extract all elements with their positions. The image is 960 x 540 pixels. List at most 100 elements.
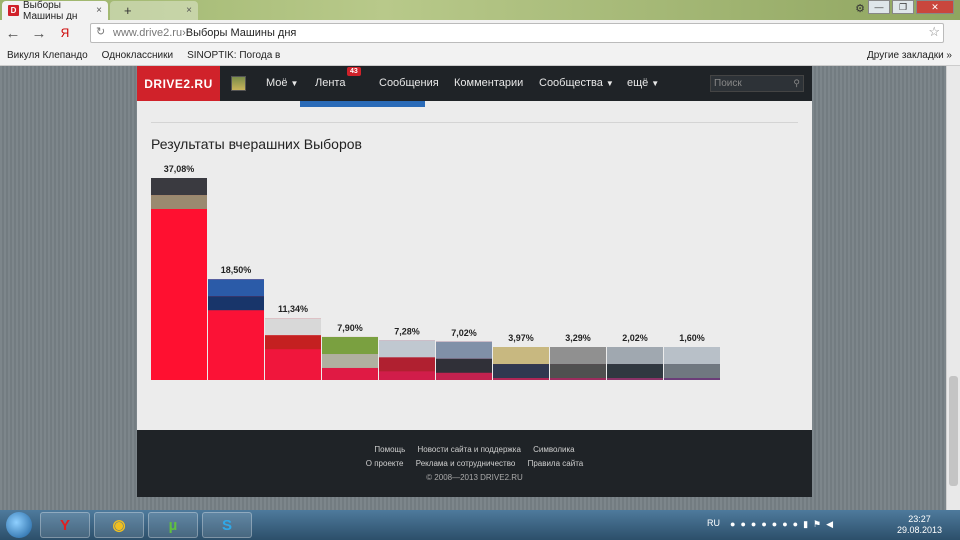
bookmark-star-icon[interactable]: ☆ — [928, 24, 940, 40]
address-bar[interactable]: www.drive2.ru › Выборы Машины дня — [90, 23, 944, 43]
car-photo-thumbnail-lower — [322, 354, 378, 368]
car-photo-thumbnail[interactable] — [607, 347, 663, 365]
maximize-button[interactable]: ❐ — [892, 0, 914, 14]
flag-icon[interactable]: ⚑ — [813, 519, 821, 530]
nav-more[interactable]: ещё ▼ — [627, 66, 659, 101]
scrollbar-thumb[interactable] — [949, 376, 958, 486]
other-bookmarks[interactable]: Другие закладки » — [867, 50, 952, 61]
chrome-taskbar-icon[interactable]: ◉ — [94, 512, 144, 538]
nav-my[interactable]: Моё ▼ — [266, 66, 298, 101]
tray-app-icon[interactable]: ● — [761, 519, 766, 530]
chart-data-label: 37,08% — [164, 164, 195, 174]
car-photo-thumbnail[interactable] — [265, 318, 321, 336]
tray-app-icon[interactable]: ● — [751, 519, 756, 530]
signal-icon[interactable]: ▮ — [803, 519, 808, 530]
url-page-title: Выборы Машины дня — [185, 27, 297, 39]
tray-app-icon[interactable]: ● — [730, 519, 735, 530]
skype-taskbar-icon[interactable]: S — [202, 512, 252, 538]
copyright: © 2008—2013 DRIVE2.RU — [426, 473, 523, 482]
footer-links-row: О проекте Реклама и сотрудничество Прави… — [137, 459, 812, 468]
nav-label: ещё — [627, 77, 649, 89]
chart-bar-group[interactable]: 7,28% — [379, 326, 435, 380]
tray-app-icon[interactable]: ● — [782, 519, 787, 530]
car-photo-thumbnail[interactable] — [322, 336, 378, 355]
close-icon[interactable]: × — [186, 5, 192, 16]
yandex-browser-taskbar-icon[interactable]: Y — [40, 512, 90, 538]
footer-link-rules[interactable]: Правила сайта — [528, 459, 584, 468]
tray-app-icon[interactable]: ● — [772, 519, 777, 530]
reload-icon[interactable]: ↻ — [96, 25, 105, 38]
chart-bar-group[interactable]: 3,29% — [550, 333, 606, 380]
chart-data-label: 7,28% — [394, 326, 420, 336]
chart-bar-group[interactable]: 1,60% — [664, 333, 720, 380]
car-photo-thumbnail[interactable] — [379, 340, 435, 358]
site-navbar: DRIVE2.RU Моё ▼ Лента 43 Сообщения Коммен… — [137, 66, 812, 101]
bookmark-item[interactable]: Викуля Клепандо — [0, 50, 95, 61]
bookmark-item[interactable]: SINOPTIK: Погода в — [180, 50, 287, 61]
caret-down-icon: ▼ — [651, 79, 660, 88]
url-host: www.drive2.ru — [113, 27, 183, 39]
chart-data-label: 3,97% — [508, 333, 534, 343]
bookmark-item[interactable]: Одноклассники — [95, 50, 180, 61]
car-photo-thumbnail-lower — [607, 364, 663, 378]
language-indicator[interactable]: RU — [707, 518, 720, 528]
nav-feed[interactable]: Лента — [315, 66, 345, 101]
chart-bar-group[interactable]: 37,08% — [151, 164, 207, 380]
tray-app-icon[interactable]: ● — [793, 519, 798, 530]
car-photo-thumbnail-lower — [550, 364, 606, 378]
nav-comments[interactable]: Комментарии — [454, 66, 523, 101]
page-scrollbar[interactable] — [946, 66, 960, 510]
site-logo[interactable]: DRIVE2.RU — [137, 66, 220, 101]
tray-app-icon[interactable]: ● — [740, 519, 745, 530]
caret-down-icon: ▼ — [290, 79, 299, 88]
chart-bar-group[interactable]: 2,02% — [607, 333, 663, 380]
search-input[interactable]: Поиск ⚲ — [710, 75, 804, 92]
minimize-button[interactable]: — — [868, 0, 890, 14]
volume-icon[interactable]: ◀ — [826, 519, 833, 530]
car-photo-thumbnail-lower — [436, 358, 492, 373]
close-window-button[interactable]: ✕ — [916, 0, 954, 14]
footer-link-help[interactable]: Помощь — [374, 445, 405, 454]
nav-label: Лента — [315, 77, 346, 89]
system-tray: ● ● ● ● ● ● ● ▮ ⚑ ◀ — [730, 519, 833, 530]
nav-label: Комментарии — [454, 77, 524, 89]
blue-action-button[interactable] — [300, 101, 425, 107]
nav-communities[interactable]: Сообщества ▼ — [539, 66, 614, 101]
car-photo-thumbnail[interactable] — [550, 347, 606, 365]
car-photo-thumbnail[interactable] — [151, 178, 207, 196]
yandex-icon[interactable]: Я — [52, 26, 78, 40]
footer-link-about[interactable]: О проекте — [366, 459, 404, 468]
close-icon[interactable]: × — [96, 5, 102, 16]
footer-link-ads[interactable]: Реклама и сотрудничество — [416, 459, 516, 468]
gear-icon[interactable]: ⚙ — [855, 2, 865, 15]
new-tab-button[interactable]: + — [124, 3, 132, 18]
windows-taskbar: Y ◉ µ S RU ● ● ● ● ● ● ● ▮ ⚑ ◀ 23:27 29.… — [0, 510, 960, 540]
chart-data-label: 2,02% — [622, 333, 648, 343]
back-button[interactable]: ← — [0, 25, 26, 42]
page-title: Результаты вчерашних Выборов — [151, 136, 362, 152]
car-photo-thumbnail[interactable] — [208, 279, 264, 297]
car-photo-thumbnail[interactable] — [493, 347, 549, 365]
results-bar-chart: 37,08% 18,50% 11,34% 7,90% 7,28% 7,02% 3,97% 3,… — [151, 164, 720, 380]
taskbar-clock[interactable]: 23:27 29.08.2013 — [897, 514, 942, 536]
chart-data-label: 7,90% — [337, 323, 363, 333]
chart-bar-group[interactable]: 18,50% — [208, 265, 264, 380]
avatar[interactable] — [231, 76, 246, 91]
nav-messages[interactable]: Сообщения — [379, 66, 439, 101]
tab-label: Выборы Машины дн — [23, 0, 78, 22]
chart-bar-group[interactable]: 11,34% — [265, 304, 321, 380]
nav-label: Сообщества — [539, 77, 603, 89]
chart-bar-group[interactable]: 3,97% — [493, 333, 549, 380]
car-photo-thumbnail[interactable] — [436, 341, 492, 359]
search-icon[interactable]: ⚲ — [793, 76, 800, 91]
utorrent-taskbar-icon[interactable]: µ — [148, 512, 198, 538]
footer-links-row: Помощь Новости сайта и поддержка Символи… — [137, 445, 812, 454]
tab-drive2[interactable]: D Выборы Машины дн × — [2, 0, 108, 22]
chart-bar-group[interactable]: 7,02% — [436, 328, 492, 380]
forward-button[interactable]: → — [26, 25, 52, 42]
car-photo-thumbnail[interactable] — [664, 347, 720, 365]
chart-bar-group[interactable]: 7,90% — [322, 323, 378, 380]
footer-link-symbols[interactable]: Символика — [533, 445, 574, 454]
start-button[interactable] — [6, 512, 32, 538]
footer-link-news[interactable]: Новости сайта и поддержка — [418, 445, 521, 454]
